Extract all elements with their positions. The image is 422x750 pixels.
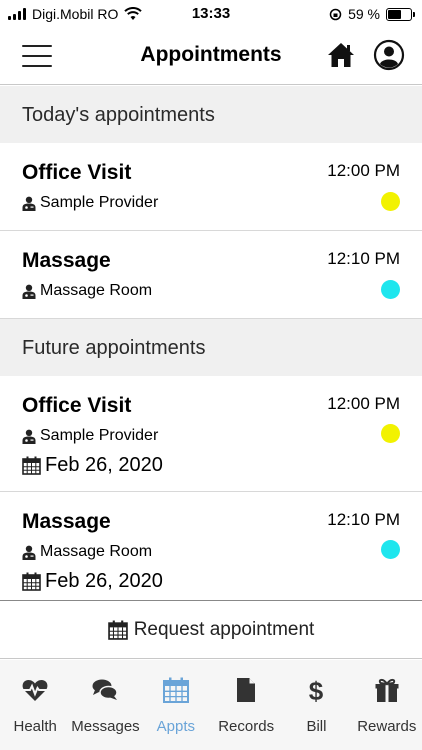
appointment-time: 12:00 PM xyxy=(327,394,400,413)
appointment-date: Feb 26, 2020 xyxy=(22,454,163,477)
dollar-icon: $ xyxy=(309,676,324,704)
tab-health[interactable]: Health xyxy=(0,660,70,750)
tab-bar: Health Messages Appts Records $ Bill Rew… xyxy=(0,660,422,750)
appointment-location: Sample Provider xyxy=(22,427,158,445)
calendar-icon xyxy=(22,572,41,591)
tab-records[interactable]: Records xyxy=(211,660,281,750)
appointment-title: Massage xyxy=(22,510,111,533)
tab-bill[interactable]: $ Bill xyxy=(281,660,351,750)
heartbeat-icon xyxy=(22,680,48,701)
appointment-location: Massage Room xyxy=(22,543,152,561)
appointment-date-text: Feb 26, 2020 xyxy=(45,570,163,592)
request-appointment-label: Request appointment xyxy=(133,618,315,640)
tab-rewards-label: Rewards xyxy=(357,718,417,735)
appointment-title: Office Visit xyxy=(22,161,132,184)
tab-health-label: Health xyxy=(13,718,57,735)
appointment-location-text: Sample Provider xyxy=(40,427,159,444)
provider-icon xyxy=(22,429,36,444)
status-color-dot xyxy=(381,540,400,559)
status-right: 59 % xyxy=(329,6,415,22)
appointment-item[interactable]: Office Visit 12:00 PM Sample Provider Fe… xyxy=(0,376,422,492)
provider-icon xyxy=(22,284,36,299)
request-appointment-button[interactable]: Request appointment xyxy=(0,600,422,659)
tab-records-label: Records xyxy=(218,718,275,735)
provider-icon xyxy=(22,196,36,211)
tab-rewards[interactable]: Rewards xyxy=(352,660,422,750)
document-icon xyxy=(237,678,256,702)
tab-appts[interactable]: Appts xyxy=(141,660,211,750)
home-icon[interactable] xyxy=(326,40,356,70)
appointments-content: Today's appointments Office Visit 12:00 … xyxy=(0,86,422,608)
appointment-location-text: Massage Room xyxy=(40,543,153,560)
gift-icon xyxy=(375,678,399,702)
battery-fill xyxy=(388,9,401,19)
chat-bubbles-icon xyxy=(92,679,119,700)
status-color-dot xyxy=(381,424,400,443)
tab-messages[interactable]: Messages xyxy=(70,660,140,750)
appointment-location: Sample Provider xyxy=(22,194,158,212)
appointment-time: 12:10 PM xyxy=(327,510,400,529)
appointment-location: Massage Room xyxy=(22,282,152,300)
orientation-lock-icon xyxy=(329,8,342,20)
tab-bill-label: Bill xyxy=(306,718,327,735)
provider-icon xyxy=(22,545,36,560)
appointment-item[interactable]: Massage 12:10 PM Massage Room Feb 26, 20… xyxy=(0,492,422,608)
app-header: Appointments xyxy=(0,28,422,85)
appointment-title: Massage xyxy=(22,249,111,272)
appointment-time: 12:10 PM xyxy=(327,249,400,268)
appointment-location-text: Massage Room xyxy=(40,282,153,299)
appointment-item[interactable]: Massage 12:10 PM Massage Room xyxy=(0,231,422,319)
calendar-icon xyxy=(22,456,41,475)
battery-icon xyxy=(386,7,415,21)
page-title: Appointments xyxy=(140,43,282,66)
today-section-header: Today's appointments xyxy=(0,86,422,143)
tab-messages-label: Messages xyxy=(71,718,140,735)
calendar-icon xyxy=(107,620,128,640)
future-section-header: Future appointments xyxy=(0,319,422,376)
appointment-time: 12:00 PM xyxy=(327,161,400,180)
svg-text:$: $ xyxy=(309,676,324,704)
status-color-dot xyxy=(381,192,400,211)
appointment-item[interactable]: Office Visit 12:00 PM Sample Provider xyxy=(0,143,422,231)
status-bar: Digi.Mobil RO 13:33 59 % xyxy=(0,0,422,28)
profile-icon[interactable] xyxy=(373,39,405,71)
appointment-location-text: Sample Provider xyxy=(40,194,159,211)
status-color-dot xyxy=(381,280,400,299)
battery-percent: 59 % xyxy=(348,6,380,22)
appointment-date: Feb 26, 2020 xyxy=(22,570,163,593)
appointment-date-text: Feb 26, 2020 xyxy=(45,454,163,476)
appointment-title: Office Visit xyxy=(22,394,132,417)
calendar-icon xyxy=(162,677,189,703)
tab-appts-label: Appts xyxy=(156,718,195,735)
